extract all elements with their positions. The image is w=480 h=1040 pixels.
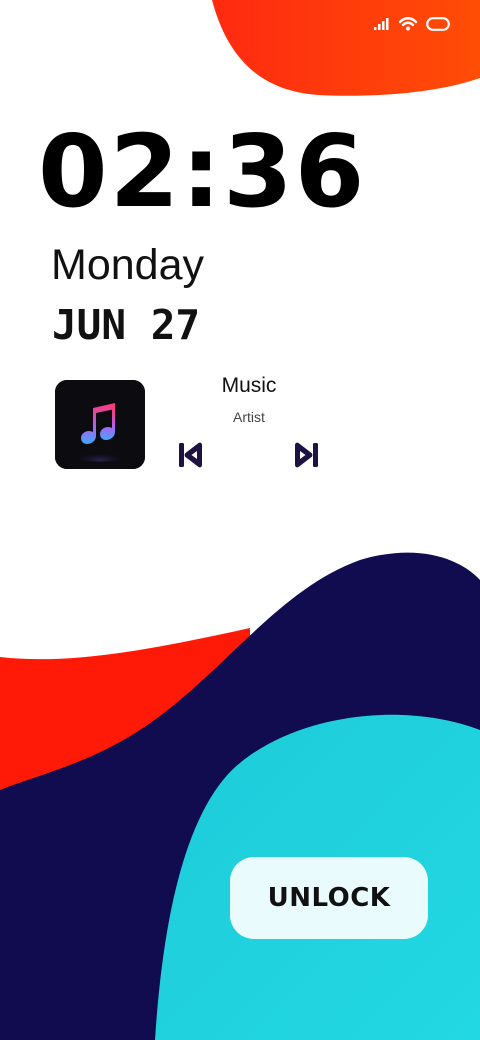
day-of-week: Monday: [51, 241, 204, 289]
skip-next-button[interactable]: [291, 440, 321, 470]
clock-time: 02:36: [38, 113, 367, 230]
music-artist: Artist: [233, 409, 265, 425]
date-label: JUN 27: [52, 301, 201, 349]
music-title: Music: [221, 374, 277, 397]
music-note-icon: [55, 380, 145, 469]
skip-previous-icon: [179, 442, 202, 468]
battery-icon: [426, 17, 450, 31]
skip-next-icon: [295, 442, 318, 468]
lock-screen: 02:36 Monday JUN 27 Music Artist UNLOCK: [0, 0, 480, 1040]
status-bar: [374, 16, 450, 32]
signal-icon: [374, 18, 390, 30]
top-orange-shape: [212, 0, 480, 96]
wifi-icon: [398, 16, 418, 32]
album-art[interactable]: [55, 380, 145, 469]
unlock-button[interactable]: UNLOCK: [230, 857, 428, 939]
skip-previous-button[interactable]: [176, 440, 206, 470]
